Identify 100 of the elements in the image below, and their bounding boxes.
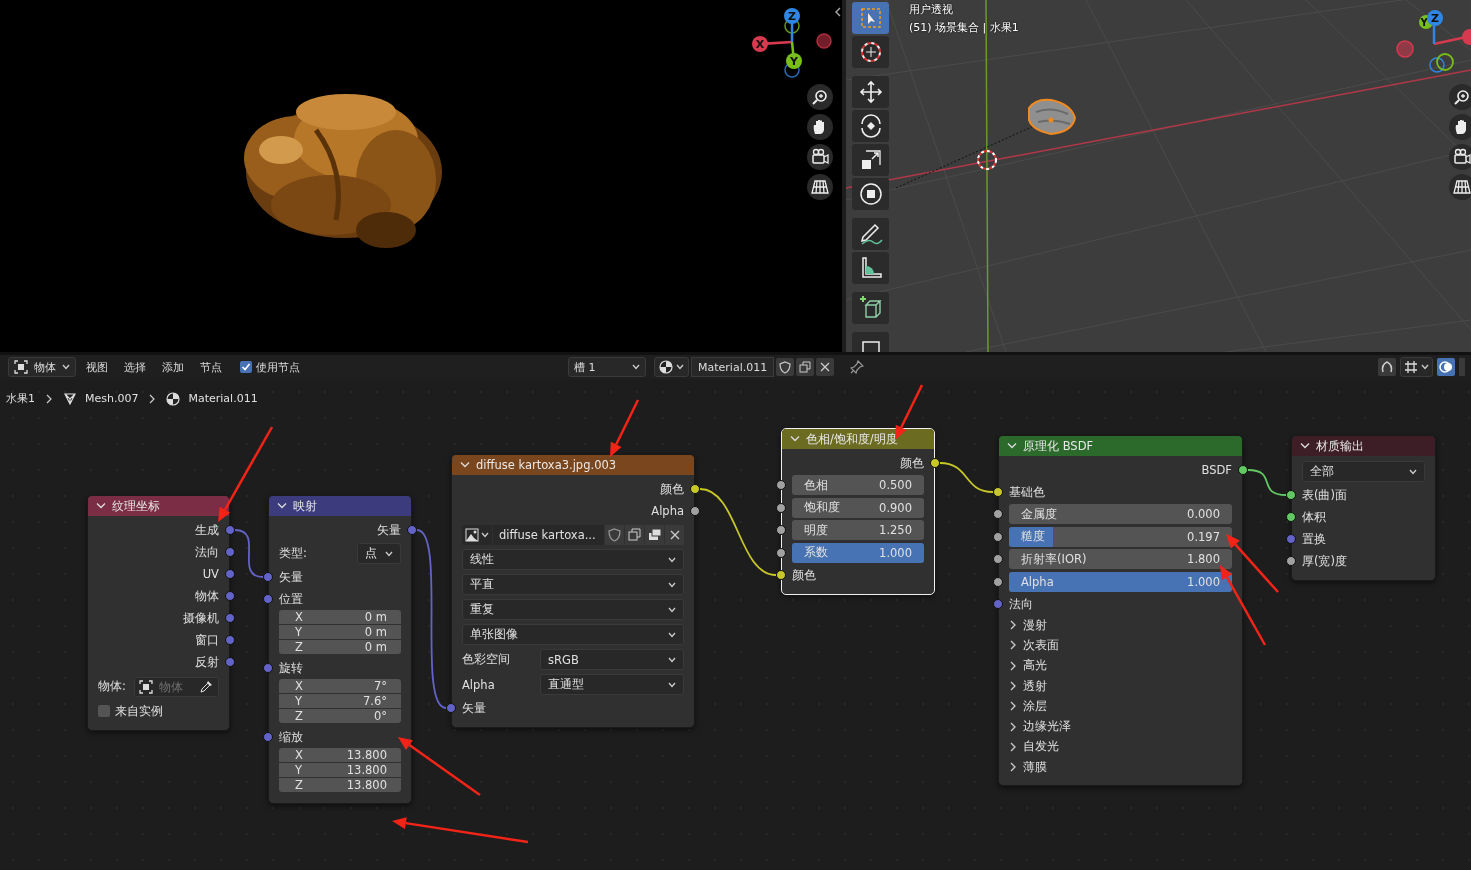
tool-button[interactable] [852, 110, 889, 142]
socket[interactable] [993, 531, 1003, 542]
socket[interactable] [690, 484, 700, 494]
dropdown[interactable]: sRGB [540, 649, 684, 670]
value-slider[interactable]: Alpha 1.000 [1009, 571, 1232, 592]
number-field[interactable]: X 0 m [279, 610, 401, 624]
fake-user-button[interactable] [605, 524, 624, 545]
dropdown[interactable]: 平直 [462, 574, 684, 595]
dropdown[interactable]: 线性 [462, 549, 684, 570]
image-browse-dropdown[interactable] [462, 524, 492, 545]
node-header[interactable]: 色相/饱和度/明度 [782, 429, 934, 449]
editor-type-dropdown[interactable]: 物体 [8, 357, 76, 377]
duplicate-button[interactable] [625, 524, 644, 545]
node-header[interactable]: diffuse kartoxa3.jpg.003 [452, 455, 694, 475]
socket[interactable] [993, 576, 1003, 587]
breadcrumb-item[interactable]: Material.011 [188, 392, 258, 405]
number-field[interactable]: 色相 0.500 [792, 475, 924, 496]
number-field[interactable]: Y 7.6° [279, 694, 401, 708]
tool-button[interactable] [852, 292, 889, 324]
breadcrumb-item[interactable]: 水果1 [6, 391, 35, 406]
menu-item[interactable]: 添加 [156, 357, 190, 377]
image-name-field[interactable]: diffuse kartoxa... [493, 524, 604, 545]
overlay-toggle[interactable] [1437, 358, 1455, 376]
menu-item[interactable]: 节点 [194, 357, 228, 377]
snap-toggle[interactable] [1378, 358, 1396, 376]
dropdown[interactable]: 重复 [462, 599, 684, 620]
axis-handle[interactable]: Z [784, 8, 800, 24]
panel-header[interactable]: 漫射 [1009, 617, 1047, 633]
material-browse-dropdown[interactable] [654, 357, 689, 377]
dropdown[interactable]: 单张图像 [462, 624, 684, 645]
number-field[interactable]: Z 13.800 [279, 778, 401, 792]
zoom-icon[interactable] [807, 84, 833, 110]
socket[interactable] [1238, 465, 1248, 475]
checkbox[interactable]: 来自实例 [98, 703, 163, 719]
object-field[interactable]: 物体 [133, 676, 219, 697]
use-nodes-checkbox[interactable]: 使用节点 [240, 359, 300, 375]
zoom-icon[interactable] [1449, 84, 1471, 110]
axis-handle[interactable]: Z [1427, 10, 1443, 26]
panel-header[interactable]: 薄膜 [1009, 759, 1047, 775]
hand-icon[interactable] [1449, 114, 1471, 140]
node-header[interactable]: 映射 [269, 496, 411, 516]
node-header[interactable]: 原理化 BSDF [999, 436, 1242, 456]
pack-button[interactable] [645, 524, 664, 545]
tool-button[interactable] [852, 36, 889, 68]
mesh-object[interactable] [1028, 98, 1076, 135]
number-field[interactable]: Y 0 m [279, 625, 401, 639]
eyedropper-icon[interactable] [200, 679, 213, 693]
unlink-button[interactable] [816, 358, 835, 376]
pin-icon[interactable] [850, 360, 865, 374]
number-field[interactable]: Z 0 m [279, 640, 401, 654]
value-slider[interactable]: 系数 1.000 [792, 542, 924, 563]
socket[interactable] [776, 525, 786, 535]
node-header[interactable]: 纹理坐标 [88, 496, 229, 516]
axis-handle[interactable]: Y [786, 53, 802, 69]
menu-item[interactable]: 视图 [80, 357, 114, 377]
hand-icon[interactable] [807, 114, 833, 140]
socket[interactable] [1286, 490, 1296, 500]
camera-icon[interactable] [807, 144, 833, 170]
socket[interactable] [776, 480, 786, 490]
grid-icon[interactable] [1449, 174, 1471, 200]
socket[interactable] [993, 509, 1003, 519]
number-field[interactable]: 明度 1.250 [792, 520, 924, 541]
duplicate-button[interactable] [796, 358, 815, 376]
material-name-field[interactable]: Material.011 [691, 357, 775, 377]
number-field[interactable]: X 13.800 [279, 748, 401, 762]
number-field[interactable]: X 7° [279, 679, 401, 693]
collapse-icon[interactable] [834, 6, 842, 18]
tool-button[interactable] [852, 76, 889, 108]
panel-header[interactable]: 次表面 [1009, 637, 1059, 653]
camera-icon[interactable] [1449, 144, 1471, 170]
socket[interactable] [930, 458, 940, 468]
tool-button[interactable] [852, 178, 889, 210]
node-header[interactable]: 材质输出 [1292, 436, 1435, 456]
menu-item[interactable]: 选择 [118, 357, 152, 377]
panel-header[interactable]: 边缘光泽 [1009, 719, 1071, 735]
number-field[interactable]: 折射率(IOR) 1.800 [1009, 549, 1232, 570]
axis-handle[interactable] [816, 33, 832, 49]
tool-button[interactable] [852, 252, 889, 284]
number-field[interactable]: Z 0° [279, 709, 401, 723]
number-field[interactable]: 饱和度 0.900 [792, 497, 924, 518]
panel-header[interactable]: 高光 [1009, 658, 1047, 674]
value-slider[interactable]: 糙度 0.197 [1009, 526, 1232, 547]
grid-icon[interactable] [807, 174, 833, 200]
dropdown[interactable]: 直通型 [540, 674, 684, 695]
panel-header[interactable]: 涂层 [1009, 698, 1047, 714]
socket[interactable] [1286, 556, 1296, 566]
fake-user-button[interactable] [776, 358, 795, 376]
breadcrumb-item[interactable]: Mesh.007 [85, 392, 139, 405]
socket[interactable] [993, 487, 1003, 497]
snap-dropdown[interactable] [1400, 357, 1433, 377]
axis-handle[interactable] [1429, 57, 1445, 73]
panel-header[interactable]: 自发光 [1009, 739, 1059, 755]
axis-handle[interactable]: X [752, 36, 768, 52]
socket[interactable] [776, 502, 786, 513]
dropdown[interactable]: 全部 [1302, 461, 1425, 482]
panel-header[interactable]: 透射 [1009, 678, 1047, 694]
slot-dropdown[interactable]: 槽 1 [568, 357, 646, 377]
unlink-button[interactable] [665, 524, 684, 545]
dropdown[interactable]: 点 [357, 543, 401, 564]
number-field[interactable]: 金属度 0.000 [1009, 504, 1232, 525]
